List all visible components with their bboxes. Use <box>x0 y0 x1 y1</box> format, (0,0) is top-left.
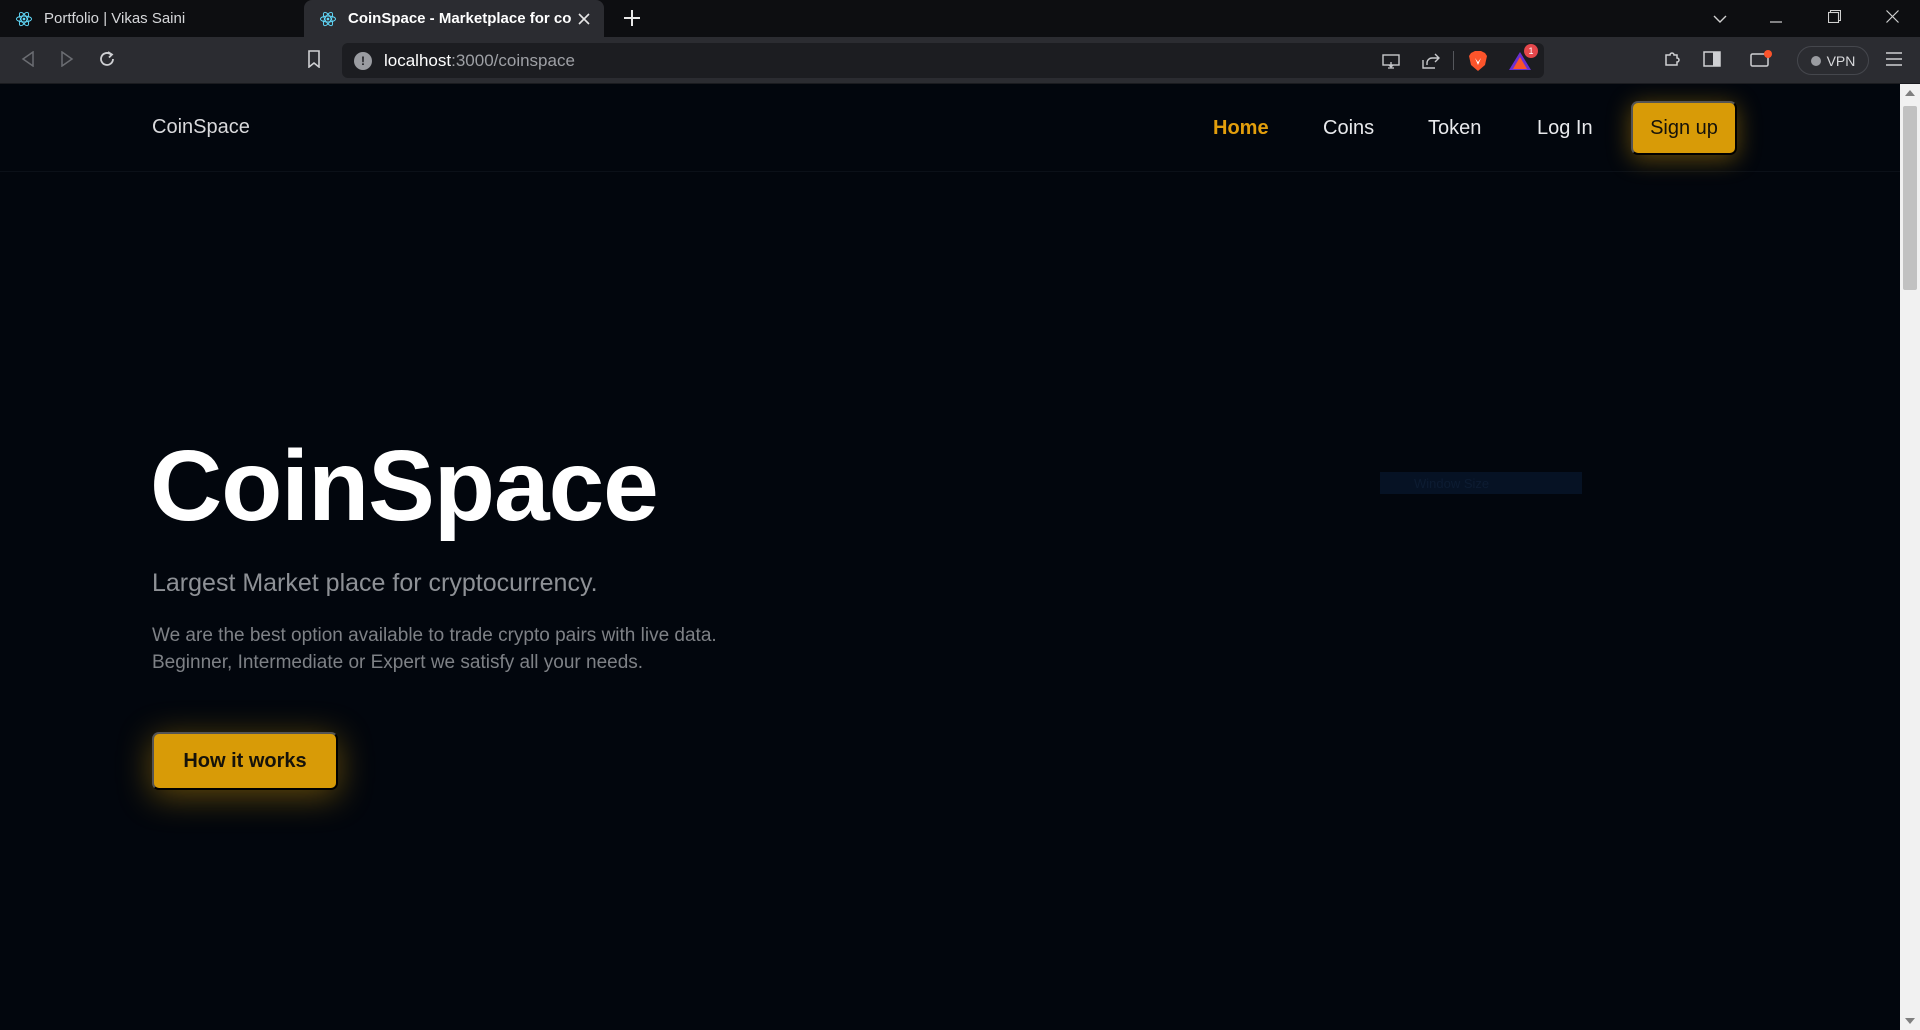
react-icon <box>318 9 338 29</box>
back-icon <box>21 50 35 72</box>
hero-description-line: Beginner, Intermediate or Expert we sati… <box>152 652 644 673</box>
nav-coins[interactable]: Coins <box>1323 117 1374 140</box>
brave-rewards-icon[interactable]: 1 <box>1504 43 1538 78</box>
tab-search-button[interactable] <box>1692 0 1748 37</box>
extensions-icon <box>1663 50 1681 73</box>
hero-subtitle: Largest Market place for cryptocurrency. <box>152 569 598 597</box>
page-scrollbar[interactable] <box>1900 84 1920 1030</box>
browser-toolbar: ! localhost:3000/coinspace 1 VPN <box>0 37 1920 84</box>
menu-icon <box>1886 51 1902 71</box>
cast-icon[interactable] <box>1375 43 1407 78</box>
signup-button[interactable]: Sign up <box>1631 101 1737 155</box>
bookmark-button[interactable] <box>300 47 328 75</box>
url-text: localhost:3000/coinspace <box>384 50 575 70</box>
vpn-status-icon <box>1810 55 1821 66</box>
site-header: CoinSpace Home Coins Token Log In Sign u… <box>0 84 1900 172</box>
restore-button[interactable] <box>1806 0 1862 37</box>
tab-title: Portfolio | Vikas Saini <box>44 10 186 27</box>
brave-shield-icon[interactable] <box>1462 43 1494 78</box>
hero-description-line: We are the best option available to trad… <box>152 625 717 646</box>
nav-login[interactable]: Log In <box>1537 117 1593 140</box>
tab-title: CoinSpace - Marketplace for coin <box>348 10 572 27</box>
nav-token[interactable]: Token <box>1428 117 1481 140</box>
scroll-up-icon[interactable] <box>1905 90 1915 96</box>
sidebar-button[interactable] <box>1698 47 1726 75</box>
hero-title: CoinSpace <box>150 430 659 542</box>
forward-button[interactable] <box>53 47 81 75</box>
how-it-works-button[interactable]: How it works <box>152 732 338 790</box>
info-icon[interactable]: ! <box>354 51 372 70</box>
minimize-icon <box>1770 10 1782 28</box>
restore-icon <box>1827 9 1841 28</box>
sidebar-icon <box>1703 50 1721 72</box>
url-divider <box>1453 51 1454 70</box>
site-logo[interactable]: CoinSpace <box>152 116 250 139</box>
vpn-button[interactable]: VPN <box>1797 46 1869 75</box>
tab-coinspace[interactable]: CoinSpace - Marketplace for coin <box>304 0 604 37</box>
web-page: CoinSpace Home Coins Token Log In Sign u… <box>0 84 1900 1030</box>
wallet-button[interactable] <box>1747 47 1775 75</box>
window-close-button[interactable] <box>1864 0 1920 37</box>
nav-home[interactable]: Home <box>1213 117 1269 140</box>
bookmark-icon <box>307 49 321 73</box>
close-icon <box>1885 9 1899 28</box>
tab-portfolio[interactable]: Portfolio | Vikas Saini <box>0 0 302 37</box>
forward-icon <box>60 50 74 72</box>
hero-description: We are the best option available to trad… <box>152 622 912 676</box>
notification-badge: 1 <box>1524 44 1538 58</box>
tab-strip: Portfolio | Vikas Saini CoinSpace - Mark… <box>0 0 1920 37</box>
menu-button[interactable] <box>1880 47 1908 75</box>
reload-icon <box>98 50 116 73</box>
reload-button[interactable] <box>93 47 121 75</box>
address-bar[interactable]: ! localhost:3000/coinspace 1 <box>342 43 1544 78</box>
wallet-icon <box>1750 49 1772 73</box>
vpn-label: VPN <box>1826 52 1856 69</box>
window-size-overlay: Window Size <box>1380 472 1582 494</box>
share-icon[interactable] <box>1415 43 1447 78</box>
react-icon <box>14 9 34 29</box>
extensions-button[interactable] <box>1658 47 1686 75</box>
close-icon[interactable] <box>572 7 596 31</box>
chevron-down-icon <box>1713 10 1727 28</box>
scroll-thumb[interactable] <box>1903 106 1917 290</box>
new-tab-button[interactable] <box>618 4 646 32</box>
scroll-down-icon[interactable] <box>1905 1018 1915 1024</box>
minimize-button[interactable] <box>1748 0 1804 37</box>
back-button[interactable] <box>14 47 42 75</box>
